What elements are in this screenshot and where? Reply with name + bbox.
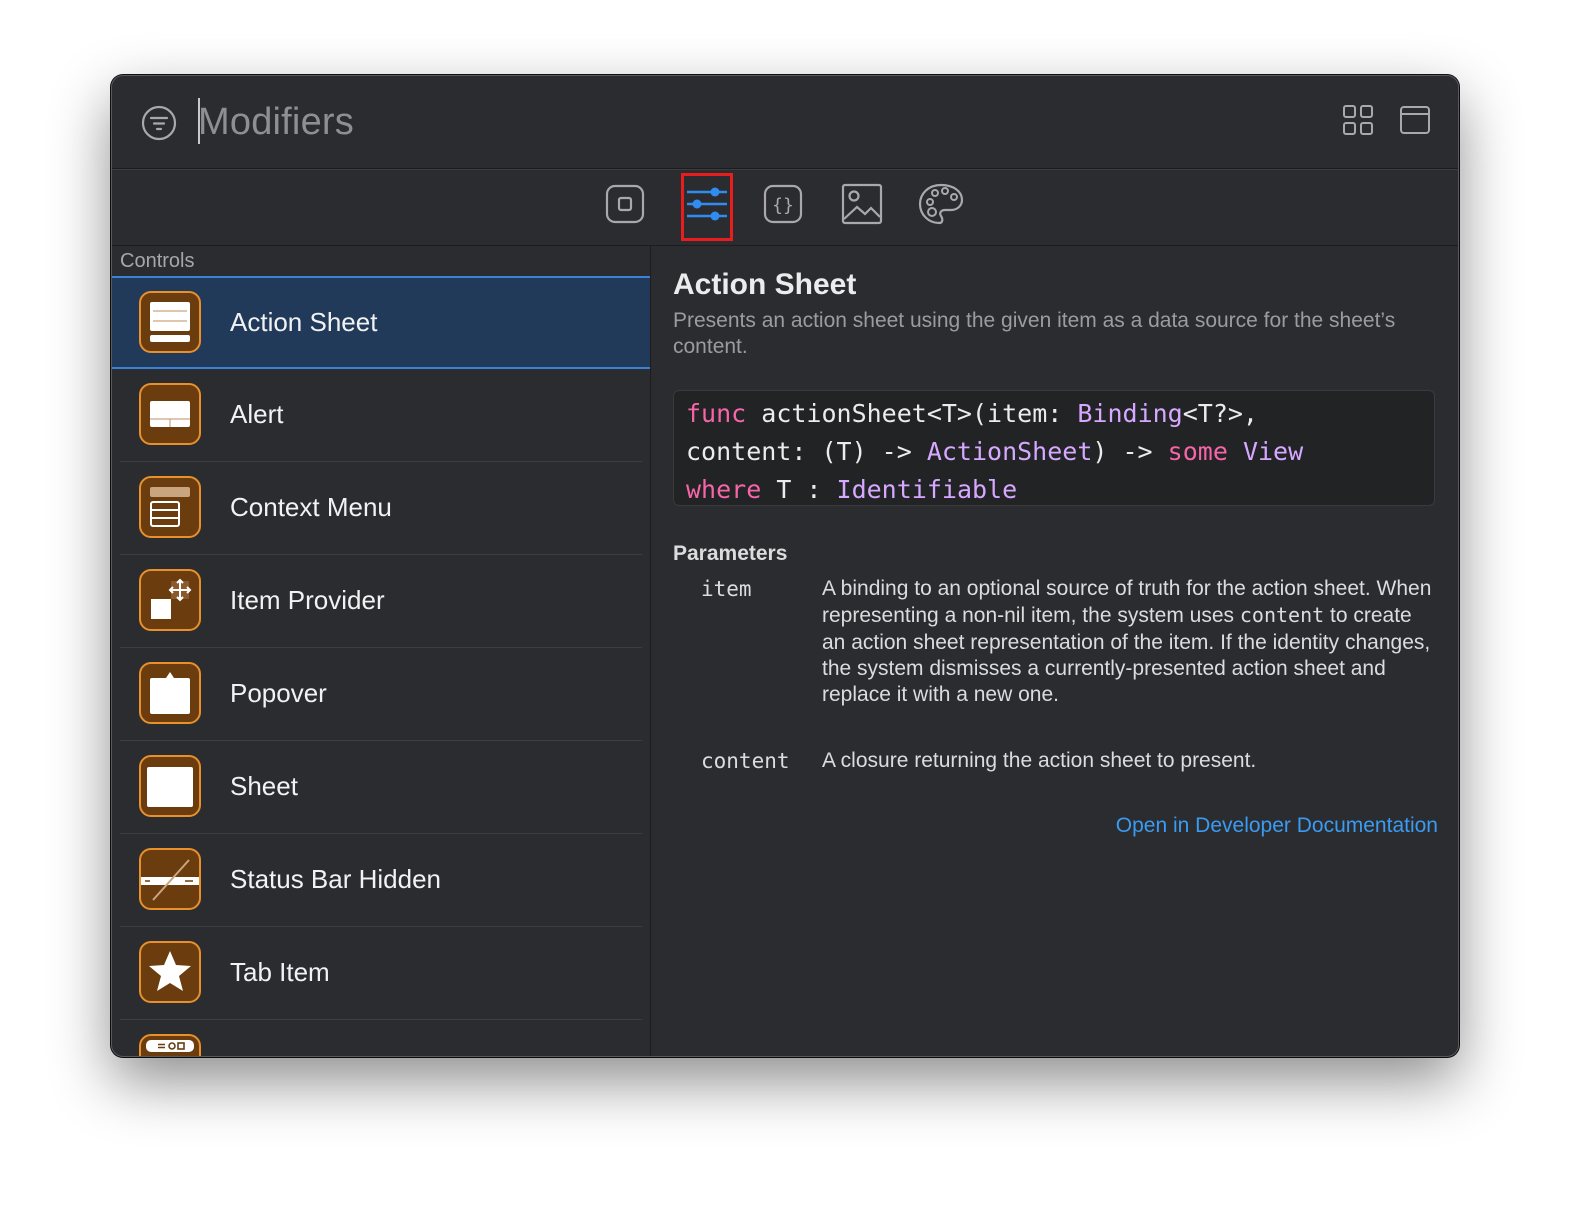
- code-keyword: func: [686, 399, 747, 428]
- tab-color-palette[interactable]: [918, 181, 964, 227]
- alert-icon: [139, 383, 201, 445]
- svg-text:{}: {}: [772, 195, 794, 216]
- popover-icon: [139, 662, 201, 724]
- list-item-status-bar-hidden[interactable]: Status Bar Hidden: [112, 834, 650, 927]
- tab-code-snippets[interactable]: {}: [760, 181, 806, 227]
- views-icon: [605, 184, 645, 224]
- list-item-label: Action Sheet: [230, 307, 378, 337]
- category-tab-bar: {}: [112, 169, 1458, 246]
- code-text: <T?>,: [1182, 399, 1258, 428]
- code-type: Binding: [1077, 399, 1183, 428]
- parameter-name: item: [701, 577, 752, 601]
- list-item-alert[interactable]: Alert: [112, 369, 650, 462]
- library-window: {} Controls: [111, 75, 1459, 1057]
- list-item-label: Context Menu: [230, 492, 392, 522]
- declaration-code-block: func actionSheet<T>(item: Binding<T?>, c…: [673, 390, 1435, 506]
- list-item-context-menu[interactable]: Context Menu: [112, 462, 650, 555]
- code-type: ActionSheet: [926, 437, 1093, 466]
- code-keyword: where: [686, 475, 762, 504]
- list-item-label: Alert: [230, 399, 284, 429]
- search-bar: [112, 76, 1458, 169]
- list-item-label: Sheet: [230, 771, 298, 801]
- parameter-description-code: content: [1239, 603, 1325, 628]
- list-item-popover[interactable]: Popover: [112, 648, 650, 741]
- sheet-icon: [139, 755, 201, 817]
- list-item-item-provider[interactable]: Item Provider: [112, 555, 650, 648]
- parameter-name: content: [701, 749, 790, 773]
- code-text: ) ->: [1092, 437, 1168, 466]
- detail-summary: Presents an action sheet using the given…: [673, 309, 1396, 358]
- window-view-icon[interactable]: [1399, 104, 1431, 136]
- list-item-label: Tab Item: [230, 957, 330, 987]
- search-input[interactable]: [198, 94, 1098, 150]
- context-menu-icon: [139, 476, 201, 538]
- modifiers-icon: [687, 187, 727, 221]
- list-item-action-sheet[interactable]: Action Sheet: [112, 276, 650, 369]
- code-type: Identifiable: [836, 475, 1018, 504]
- detail-pane: Action Sheet Presents an action sheet us…: [673, 246, 1438, 1046]
- status-bar-hidden-icon: [139, 848, 201, 910]
- list-item-label: Popover: [230, 678, 327, 708]
- code-text: actionSheet<T>(item:: [746, 399, 1078, 428]
- filter-icon[interactable]: [140, 104, 178, 142]
- item-provider-icon: [139, 569, 201, 631]
- open-documentation-link[interactable]: Open in Developer Documentation: [1116, 814, 1438, 838]
- tab-media[interactable]: [839, 181, 885, 227]
- list-item-toolbar[interactable]: [112, 1020, 650, 1056]
- list-item-tab-item[interactable]: Tab Item: [112, 927, 650, 1020]
- modifier-list: Action Sheet Alert Context Menu Item Pro…: [112, 276, 650, 1056]
- detail-title: Action Sheet: [673, 268, 857, 301]
- code-text: T :: [761, 475, 837, 504]
- list-item-sheet[interactable]: Sheet: [112, 741, 650, 834]
- code-text: content: (T) ->: [686, 437, 927, 466]
- code-snippets-icon: {}: [763, 184, 803, 224]
- code-keyword: some: [1167, 437, 1228, 466]
- list-item-label: Status Bar Hidden: [230, 864, 442, 894]
- parameter-description: A binding to an optional source of truth…: [822, 576, 1434, 708]
- toolbar-icon: [139, 1034, 201, 1056]
- tab-modifiers[interactable]: [684, 181, 730, 227]
- media-icon: [841, 183, 883, 225]
- code-type: View: [1242, 437, 1304, 466]
- tab-item-icon: [139, 941, 201, 1003]
- parameters-title: Parameters: [673, 542, 788, 565]
- tab-views[interactable]: [602, 181, 648, 227]
- list-item-label: Item Provider: [230, 585, 385, 615]
- section-header: Controls: [120, 250, 195, 272]
- parameter-description: A closure returning the action sheet to …: [822, 749, 1257, 772]
- color-palette-icon: [918, 183, 964, 225]
- action-sheet-icon: [139, 291, 201, 353]
- sidebar: Controls Action Sheet Alert Context Menu…: [112, 246, 651, 1056]
- grid-view-icon[interactable]: [1342, 104, 1374, 136]
